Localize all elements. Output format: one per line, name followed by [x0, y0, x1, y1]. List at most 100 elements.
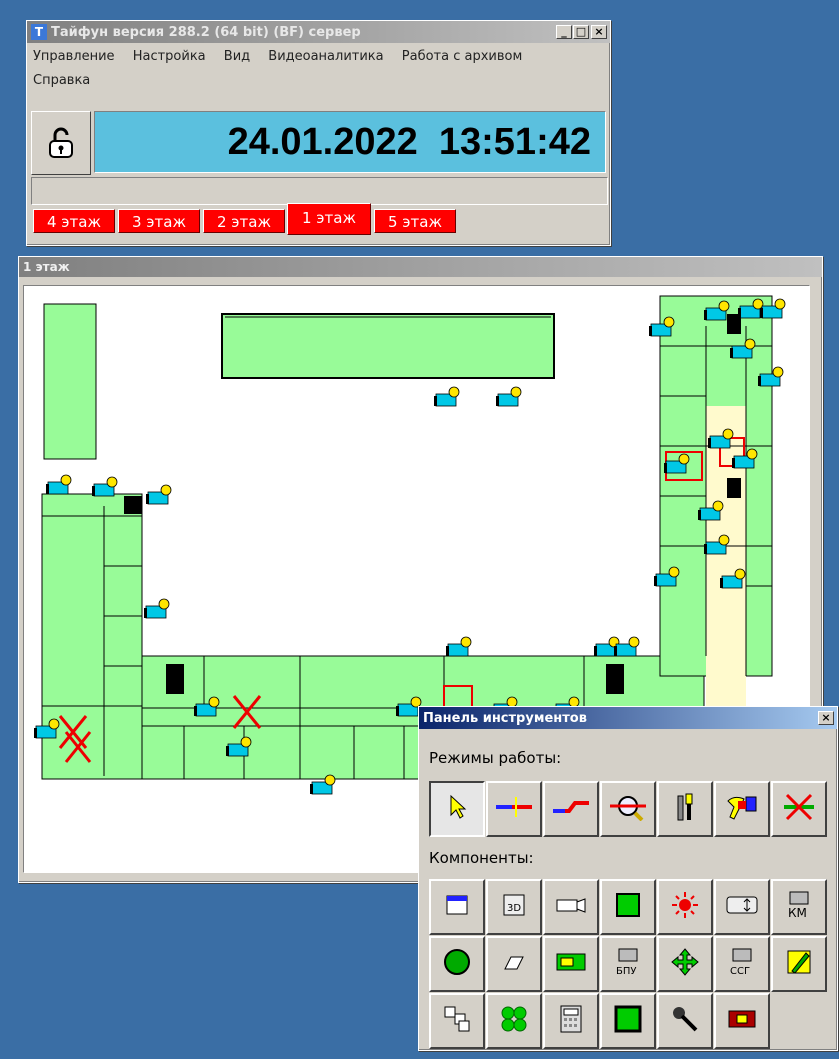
toolbox-window: Панель инструментов × Режимы работы: Ком… — [418, 706, 838, 1051]
room-block — [41, 493, 143, 780]
close-icon[interactable]: × — [818, 711, 834, 725]
alarm-light-icon — [671, 891, 699, 923]
green-frame-icon — [613, 1004, 643, 1038]
main-window: T Тайфун версия 288.2 (64 bit) (BF) серв… — [26, 20, 611, 246]
camera-marker[interactable] — [144, 598, 170, 619]
delete-link-button[interactable] — [771, 781, 827, 837]
board-icon — [553, 950, 589, 978]
camera-marker[interactable] — [146, 484, 172, 505]
move-icon — [670, 947, 700, 981]
svg-text:БПУ: БПУ — [616, 966, 636, 977]
room-block — [43, 303, 97, 460]
maximize-icon[interactable]: □ — [573, 25, 589, 39]
camera-marker[interactable] — [446, 636, 472, 657]
line-connect-button[interactable] — [543, 781, 599, 837]
menu-item-settings[interactable]: Настройка — [133, 49, 206, 64]
alarm-light-button[interactable] — [657, 879, 713, 935]
stair-block — [606, 664, 624, 694]
corridor — [706, 406, 746, 706]
room-block — [221, 313, 555, 379]
km-device-button[interactable]: КМ — [771, 879, 827, 935]
main-title-bar[interactable]: T Тайфун версия 288.2 (64 bit) (BF) серв… — [27, 21, 610, 43]
line-cross-button[interactable] — [486, 781, 542, 837]
padlock-open-icon — [49, 127, 73, 158]
tools-icon — [673, 792, 697, 826]
map-title-bar[interactable]: 1 этаж — [19, 257, 822, 277]
camera-button[interactable] — [543, 879, 599, 935]
line-connect-icon — [551, 795, 591, 823]
green-square-button[interactable] — [600, 879, 656, 935]
pencil-button[interactable] — [771, 936, 827, 992]
green-frame-button[interactable] — [600, 993, 656, 1049]
camera-icon — [555, 895, 587, 919]
map-window-title: 1 этаж — [23, 260, 70, 274]
svg-text:КМ: КМ — [788, 906, 807, 920]
status-strip — [31, 177, 608, 205]
toolbox-title-bar[interactable]: Панель инструментов × — [419, 707, 837, 729]
network-button[interactable] — [429, 993, 485, 1049]
bpu-device-button[interactable]: БПУ — [600, 936, 656, 992]
card-arrows-icon — [725, 893, 759, 921]
3d-button[interactable]: 3D — [486, 879, 542, 935]
tab-floor-2[interactable]: 2 этаж — [203, 209, 285, 233]
datetime-display: 24.01.2022 13:51:42 — [227, 120, 591, 163]
3d-icon: 3D — [502, 893, 526, 921]
line-cross-icon — [494, 795, 534, 823]
board-button[interactable] — [543, 936, 599, 992]
tab-floor-3[interactable]: 3 этаж — [118, 209, 200, 233]
minimize-icon[interactable]: _ — [556, 25, 572, 39]
stair-block — [727, 478, 741, 498]
green-square-icon — [615, 892, 641, 922]
eraser-icon — [501, 951, 527, 977]
eraser-button[interactable] — [486, 936, 542, 992]
close-icon[interactable]: × — [591, 25, 607, 39]
microphone-icon — [670, 1004, 700, 1038]
pencil-icon — [784, 947, 814, 981]
menu-item-archive[interactable]: Работа с архивом — [402, 49, 523, 64]
camera-marker[interactable] — [434, 386, 460, 407]
green-button-icon — [442, 947, 472, 981]
calculator-button[interactable] — [543, 993, 599, 1049]
components-label: Компоненты: — [429, 849, 534, 867]
zoom-link-icon — [608, 793, 648, 825]
bpu-device-icon: БПУ — [613, 947, 643, 981]
stair-block — [124, 496, 142, 514]
camera-marker[interactable] — [92, 476, 118, 497]
card-arrows-button[interactable] — [714, 879, 770, 935]
tools-button[interactable] — [657, 781, 713, 837]
four-circles-button[interactable] — [486, 993, 542, 1049]
toolbox-title: Панель инструментов — [423, 710, 587, 726]
menu-item-view[interactable]: Вид — [224, 49, 250, 64]
window-button[interactable] — [429, 879, 485, 935]
modes-label: Режимы работы: — [429, 749, 562, 767]
ssg-device-button[interactable]: ССГ — [714, 936, 770, 992]
relay-board-icon — [725, 1007, 759, 1035]
menu-item-help[interactable]: Справка — [33, 73, 90, 88]
menu-bar: Управление Настройка Вид Видеоаналитика … — [27, 43, 599, 95]
tab-floor-1[interactable]: 1 этаж — [287, 203, 371, 235]
ssg-device-icon: ССГ — [727, 947, 757, 981]
zoom-link-button[interactable] — [600, 781, 656, 837]
menu-item-management[interactable]: Управление — [33, 49, 115, 64]
tab-floor-5[interactable]: 5 этаж — [374, 209, 456, 233]
microphone-button[interactable] — [657, 993, 713, 1049]
network-icon — [442, 1004, 472, 1038]
relay-board-button[interactable] — [714, 993, 770, 1049]
tab-floor-4[interactable]: 4 этаж — [33, 209, 115, 233]
camera-marker[interactable] — [496, 386, 522, 407]
app-icon: T — [31, 24, 47, 40]
four-circles-icon — [499, 1004, 529, 1038]
paint-button[interactable] — [714, 781, 770, 837]
clock-panel: 24.01.2022 13:51:42 — [94, 111, 606, 173]
green-button-button[interactable] — [429, 936, 485, 992]
stair-block — [166, 664, 184, 694]
svg-text:3D: 3D — [507, 903, 521, 914]
pointer-button[interactable] — [429, 781, 485, 837]
lock-button[interactable] — [31, 111, 91, 175]
move-button[interactable] — [657, 936, 713, 992]
window-icon — [445, 893, 469, 921]
km-device-icon: КМ — [784, 890, 814, 924]
menu-item-video-analytics[interactable]: Видеоаналитика — [268, 49, 383, 64]
pointer-icon — [445, 793, 469, 825]
camera-marker[interactable] — [46, 474, 72, 495]
